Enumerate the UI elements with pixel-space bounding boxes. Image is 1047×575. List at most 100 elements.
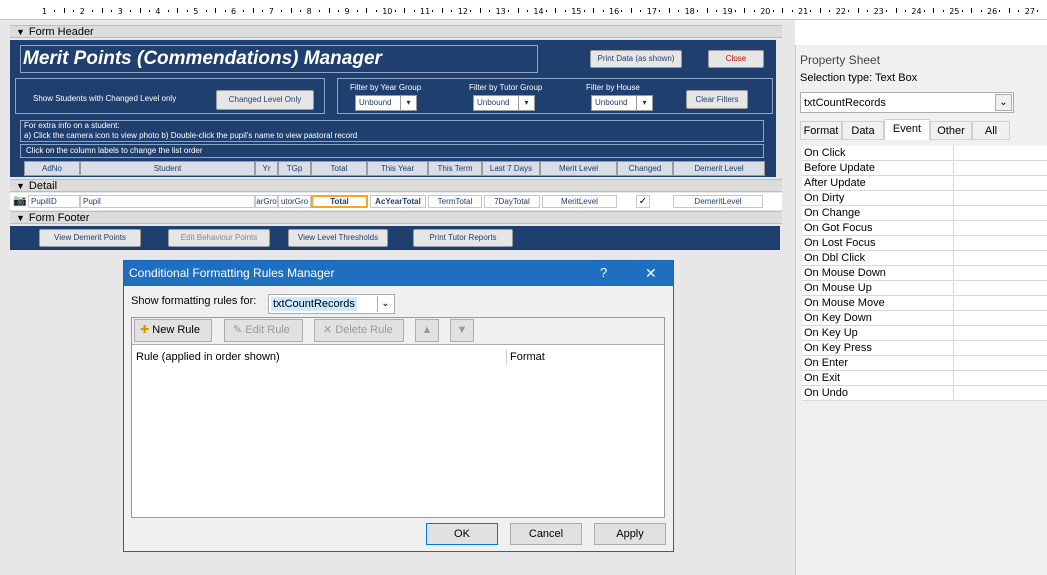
total-field[interactable]: Total [311, 195, 368, 208]
chevron-down-icon[interactable]: ⌄ [377, 296, 393, 312]
help-button[interactable]: ? [600, 265, 607, 280]
col-yr[interactable]: Yr [255, 161, 278, 176]
object-selector[interactable]: txtCountRecords ⌄ [800, 92, 1014, 113]
tab-other[interactable]: Other [930, 121, 972, 140]
property-row[interactable]: On Got Focus [802, 221, 1047, 236]
detail-section-bar[interactable]: ▼ Detail [10, 179, 782, 192]
tab-data[interactable]: Data [842, 121, 884, 140]
move-down-arrow-icon[interactable]: ▼ [450, 319, 474, 342]
edit-rule-button[interactable]: ✎ Edit Rule [224, 319, 303, 342]
show-rules-combo[interactable]: txtCountRecords ⌄ [268, 294, 395, 314]
form-title[interactable]: Merit Points (Commendations) Manager [23, 48, 382, 70]
new-rule-button[interactable]: ✚ New Rule [134, 319, 212, 342]
col-last-7-days[interactable]: Last 7 Days [482, 161, 540, 176]
tab-format[interactable]: Format [800, 121, 842, 140]
dialog-title-bar[interactable]: Conditional Formatting Rules Manager [124, 261, 673, 286]
property-row[interactable]: On Mouse Move [802, 296, 1047, 311]
property-row[interactable]: On Key Press [802, 341, 1047, 356]
property-value[interactable] [953, 176, 1047, 190]
filter-tutor-combo[interactable]: Unbound ▾ [473, 95, 535, 111]
property-row[interactable]: On Key Up [802, 326, 1047, 341]
info-line-2: a) Click the camera icon to view photo b… [24, 131, 358, 140]
chevron-down-icon[interactable]: ▾ [518, 96, 534, 110]
property-value[interactable] [953, 161, 1047, 175]
view-demerit-points-button[interactable]: View Demerit Points [39, 229, 141, 247]
pupil-id-field[interactable]: PupilID [28, 195, 80, 208]
apply-button[interactable]: Apply [594, 523, 666, 545]
col-tgp[interactable]: TGp [278, 161, 311, 176]
tab-all[interactable]: All [972, 121, 1010, 140]
property-row[interactable]: On Click [802, 146, 1047, 161]
tutor-field[interactable]: utorGro [278, 195, 311, 208]
property-value[interactable] [953, 236, 1047, 250]
year-field[interactable]: arGro [255, 195, 278, 208]
cancel-button[interactable]: Cancel [510, 523, 582, 545]
property-row[interactable]: On Change [802, 206, 1047, 221]
property-row[interactable]: After Update [802, 176, 1047, 191]
filter-house-combo[interactable]: Unbound ▾ [591, 95, 653, 111]
property-row[interactable]: On Enter [802, 356, 1047, 371]
ruler[interactable]: 1 2 3 4 5 6 7 8 9 10 11 12 13 14 15 16 17 18 19 20 21 22 23 24 2… [0, 0, 1047, 20]
col-changed[interactable]: Changed [617, 161, 673, 176]
property-value[interactable] [953, 356, 1047, 370]
property-value[interactable] [953, 371, 1047, 385]
property-row[interactable]: On Undo [802, 386, 1047, 401]
ok-button[interactable]: OK [426, 523, 498, 545]
col-demerit-level[interactable]: Demerit Level [673, 161, 765, 176]
col-student[interactable]: Student [80, 161, 255, 176]
merit-level-field[interactable]: MeritLevel [542, 195, 617, 208]
property-value[interactable] [953, 281, 1047, 295]
col-merit-level[interactable]: Merit Level [540, 161, 617, 176]
seven-day-total-field[interactable]: 7DayTotal [484, 195, 540, 208]
property-row[interactable]: On Mouse Down [802, 266, 1047, 281]
property-row[interactable]: On Mouse Up [802, 281, 1047, 296]
col-this-year[interactable]: This Year [367, 161, 428, 176]
property-value[interactable] [953, 221, 1047, 235]
property-value[interactable] [953, 266, 1047, 280]
close-icon[interactable]: ✕ [645, 265, 657, 282]
property-value[interactable] [953, 206, 1047, 220]
chevron-down-icon[interactable]: ▾ [400, 96, 416, 110]
clear-filters-button[interactable]: Clear Filters [686, 90, 748, 109]
close-button[interactable]: Close [708, 50, 764, 68]
form-header-section-bar[interactable]: ▼ Form Header [10, 25, 782, 38]
delete-rule-button[interactable]: ✕ Delete Rule [314, 319, 404, 342]
property-value[interactable] [953, 341, 1047, 355]
print-data-button[interactable]: Print Data (as shown) [590, 50, 682, 68]
property-value[interactable] [953, 386, 1047, 400]
filter-year-combo[interactable]: Unbound ▾ [355, 95, 417, 111]
move-up-arrow-icon[interactable]: ▲ [415, 319, 439, 342]
demerit-level-field[interactable]: DemeritLevel [673, 195, 763, 208]
ac-year-total-field[interactable]: AcYearTotal [370, 195, 426, 208]
ruler-number: 26 [987, 7, 998, 16]
property-value[interactable] [953, 146, 1047, 160]
property-value[interactable] [953, 311, 1047, 325]
print-tutor-reports-button[interactable]: Print Tutor Reports [413, 229, 513, 247]
property-value[interactable] [953, 191, 1047, 205]
property-row[interactable]: On Dbl Click [802, 251, 1047, 266]
property-value[interactable] [953, 296, 1047, 310]
property-row[interactable]: On Lost Focus [802, 236, 1047, 251]
property-row[interactable]: On Dirty [802, 191, 1047, 206]
tab-event[interactable]: Event [884, 119, 930, 140]
changed-level-only-button[interactable]: Changed Level Only [216, 90, 314, 110]
property-row[interactable]: Before Update [802, 161, 1047, 176]
chevron-down-icon[interactable]: ▾ [636, 96, 652, 110]
col-this-term[interactable]: This Term [428, 161, 482, 176]
chevron-down-icon[interactable]: ⌄ [995, 94, 1012, 111]
term-total-field[interactable]: TermTotal [428, 195, 482, 208]
col-total[interactable]: Total [311, 161, 367, 176]
pupil-field[interactable]: Pupil [80, 195, 255, 208]
property-row[interactable]: On Key Down [802, 311, 1047, 326]
property-value[interactable] [953, 251, 1047, 265]
changed-checkbox[interactable]: ✓ [636, 195, 650, 208]
property-value[interactable] [953, 326, 1047, 340]
form-footer-section-bar[interactable]: ▼ Form Footer [10, 211, 782, 224]
property-row[interactable]: On Exit [802, 371, 1047, 386]
camera-icon[interactable]: 📷 [13, 195, 28, 207]
col-adno[interactable]: AdNo [24, 161, 80, 176]
edit-behaviour-points-button[interactable]: Edit Behaviour Points [168, 229, 270, 247]
view-level-thresholds-button[interactable]: View Level Thresholds [288, 229, 388, 247]
col-format-header[interactable]: Format [510, 351, 545, 363]
col-rule-header[interactable]: Rule (applied in order shown) [136, 351, 280, 363]
